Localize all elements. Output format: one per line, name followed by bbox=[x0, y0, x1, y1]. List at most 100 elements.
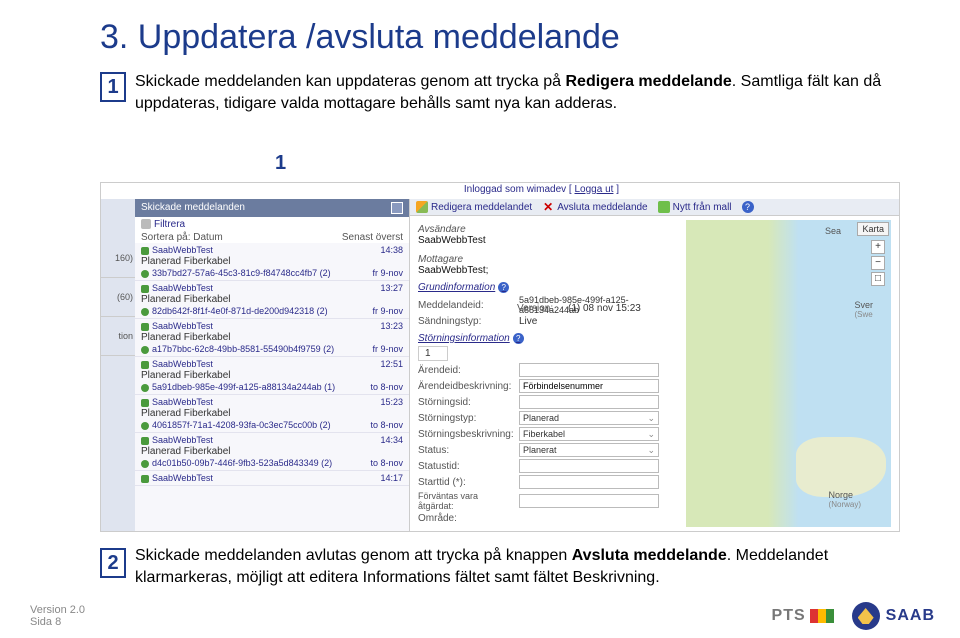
help-icon[interactable]: ? bbox=[742, 201, 754, 213]
disturbance-label: Störningsinformation bbox=[418, 333, 510, 344]
nav-frag-2: (60) bbox=[101, 278, 135, 317]
stt-k: Statustid: bbox=[418, 461, 513, 472]
disturbance-head: Störningsinformation? bbox=[418, 333, 678, 344]
ver-k: Version: bbox=[517, 303, 562, 314]
stat-k: Status: bbox=[418, 445, 513, 456]
aren-k: Ärendeid: bbox=[418, 365, 513, 376]
map[interactable]: Karta + − □ Sea Sver(Swe Norge(Norway) bbox=[686, 220, 891, 527]
sand-v: Live bbox=[519, 316, 678, 327]
intro-paragraph: Skickade meddelanden kan uppdateras geno… bbox=[0, 71, 960, 114]
new-icon bbox=[658, 201, 670, 213]
sort-row: Sortera på: Datum Senast överst bbox=[135, 232, 409, 243]
list-item[interactable]: SaabWebbTest14:38Planerad Fiberkabel33b7… bbox=[135, 243, 409, 281]
map-panel: Karta + − □ Sea Sver(Swe Norge(Norway) bbox=[686, 220, 891, 527]
arb-k: Ärendeidbeskrivning: bbox=[418, 381, 513, 392]
styp-value: Planerad bbox=[523, 413, 559, 423]
login-status: Inloggad som wimadev [ Logga ut ] bbox=[101, 183, 899, 199]
list-item[interactable]: SaabWebbTest14:34Planerad Fiberkabeld4c0… bbox=[135, 433, 409, 471]
forv-k: Förväntas vara åtgärdat: bbox=[418, 491, 513, 511]
sand-k: Sändningstyp: bbox=[418, 316, 513, 327]
outro-paragraph: Skickade meddelanden avlutas genom att t… bbox=[135, 545, 910, 588]
login-close: ] bbox=[613, 184, 619, 195]
login-text: Inloggad som wimadev [ bbox=[464, 184, 575, 195]
saab-text: SAAB bbox=[886, 607, 935, 625]
saab-griffin-icon bbox=[852, 602, 880, 630]
start-input[interactable] bbox=[519, 475, 659, 489]
basic-info-label: Grundinformation bbox=[418, 282, 495, 293]
logo-saab: SAAB bbox=[852, 602, 935, 630]
logo-pts: PTS bbox=[772, 607, 834, 625]
footer-version: Version 2.0 bbox=[30, 604, 85, 616]
sender-value: SaabWebbTest bbox=[418, 235, 678, 246]
ver-v: (1) 08 nov 15:23 bbox=[568, 303, 678, 314]
map-label-sver: Sver(Swe bbox=[854, 300, 873, 319]
forv-input[interactable] bbox=[519, 494, 659, 508]
aren-input[interactable] bbox=[519, 363, 659, 377]
zoom-out-button[interactable]: − bbox=[871, 256, 885, 270]
help-icon[interactable]: ? bbox=[498, 282, 509, 293]
list-item[interactable]: SaabWebbTest15:23Planerad Fiberkabel4061… bbox=[135, 395, 409, 433]
sbesk-value: Fiberkabel bbox=[523, 429, 565, 439]
stt-input[interactable] bbox=[519, 459, 659, 473]
arb-input[interactable] bbox=[519, 379, 659, 393]
zoom-in-button[interactable]: + bbox=[871, 240, 885, 254]
callout-1: 1 bbox=[100, 72, 126, 102]
styp-select[interactable]: Planerad bbox=[519, 411, 659, 425]
footer: Version 2.0 Sida 8 bbox=[30, 604, 85, 628]
map-label-norge: Norge(Norway) bbox=[829, 490, 861, 509]
footer-page: Sida 8 bbox=[30, 616, 85, 628]
list-header-title: Skickade meddelanden bbox=[141, 202, 245, 214]
stat-select[interactable]: Planerat bbox=[519, 443, 659, 457]
list-item[interactable]: SaabWebbTest14:17 bbox=[135, 471, 409, 486]
close-icon: ✕ bbox=[542, 201, 554, 213]
sbesk-select[interactable]: Fiberkabel bbox=[519, 427, 659, 441]
styp-k: Störningstyp: bbox=[418, 413, 513, 424]
edit-message-button[interactable]: Redigera meddelandet bbox=[416, 201, 532, 213]
pts-bars-icon bbox=[810, 609, 834, 623]
sid-input[interactable] bbox=[519, 395, 659, 409]
app-screenshot: Inloggad som wimadev [ Logga ut ] 160) (… bbox=[100, 182, 900, 532]
list-item[interactable]: SaabWebbTest12:51Planerad Fiberkabel5a91… bbox=[135, 357, 409, 395]
list-header: Skickade meddelanden bbox=[135, 199, 409, 217]
medd-k: Meddelandeid: bbox=[418, 300, 513, 311]
outro-b1: Avsluta meddelande bbox=[572, 547, 727, 564]
logos: PTS SAAB bbox=[772, 602, 935, 630]
filter-icon bbox=[141, 219, 151, 229]
recipient-head: Mottagare bbox=[418, 254, 678, 265]
caption-1: 1 bbox=[275, 152, 286, 175]
close-message-button[interactable]: ✕Avsluta meddelande bbox=[542, 201, 647, 213]
list-item[interactable]: SaabWebbTest13:23Planerad Fiberkabela17b… bbox=[135, 319, 409, 357]
zoom-fit-button[interactable]: □ bbox=[871, 272, 885, 286]
new-from-template-button[interactable]: Nytt från mall bbox=[658, 201, 732, 213]
sort-left[interactable]: Sortera på: Datum bbox=[141, 232, 223, 243]
nav-frag-1: 160) bbox=[101, 239, 135, 278]
page-title: 3. Uppdatera /avsluta meddelande bbox=[0, 0, 960, 71]
sbesk-k: Störningsbeskrivning: bbox=[418, 429, 513, 440]
recipient-value: SaabWebbTest; bbox=[418, 265, 678, 276]
filter-label: Filtrera bbox=[154, 219, 185, 230]
map-type-button[interactable]: Karta bbox=[857, 222, 889, 236]
nav-frag-3: tion bbox=[101, 317, 135, 356]
stat-value: Planerat bbox=[523, 445, 557, 455]
start-k: Starttid (*): bbox=[418, 477, 513, 488]
filter-row[interactable]: Filtrera bbox=[135, 217, 409, 232]
sender-head: Avsändare bbox=[418, 224, 678, 235]
map-zoom-controls: + − □ bbox=[871, 240, 885, 286]
help-icon[interactable]: ? bbox=[513, 333, 524, 344]
intro-t1: Skickade meddelanden kan uppdateras geno… bbox=[135, 73, 566, 90]
outro-t1: Skickade meddelanden avlutas genom att t… bbox=[135, 547, 572, 564]
detail-panel: Redigera meddelandet ✕Avsluta meddelande… bbox=[410, 199, 899, 531]
disturbance-tab[interactable]: 1 bbox=[418, 346, 448, 361]
sort-right[interactable]: Senast överst bbox=[342, 232, 403, 243]
message-items: SaabWebbTest14:38Planerad Fiberkabel33b7… bbox=[135, 243, 409, 531]
refresh-icon[interactable] bbox=[391, 202, 403, 214]
logout-link[interactable]: Logga ut bbox=[575, 184, 614, 195]
detail-fields: Avsändare SaabWebbTest Mottagare SaabWeb… bbox=[418, 220, 678, 527]
new-label: Nytt från mall bbox=[673, 202, 732, 213]
callout-2: 2 bbox=[100, 548, 126, 578]
intro-b1: Redigera meddelande bbox=[566, 73, 732, 90]
map-label-sea: Sea bbox=[825, 226, 841, 236]
basic-info-head: Grundinformation? bbox=[418, 282, 678, 293]
list-item[interactable]: SaabWebbTest13:27Planerad Fiberkabel82db… bbox=[135, 281, 409, 319]
close-label: Avsluta meddelande bbox=[557, 202, 647, 213]
